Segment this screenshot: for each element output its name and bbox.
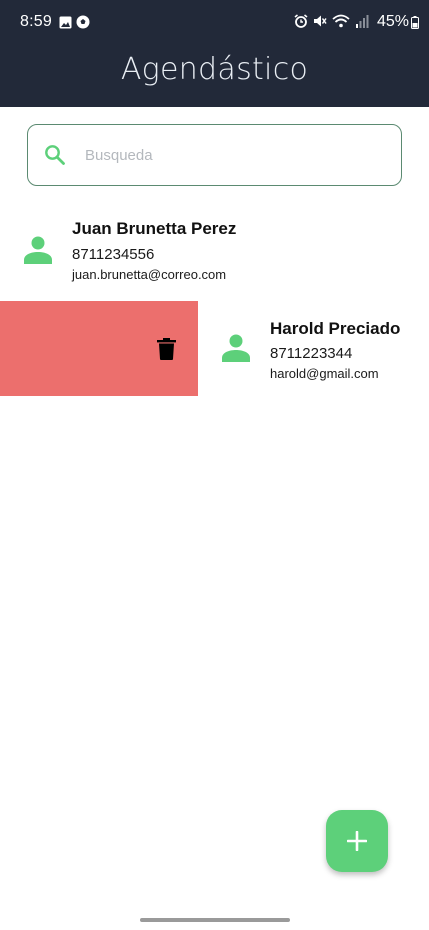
gesture-home-bar[interactable] xyxy=(140,918,290,922)
image-icon xyxy=(59,16,72,28)
mute-icon xyxy=(314,15,327,27)
swipe-delete-background[interactable] xyxy=(0,301,198,396)
search-icon xyxy=(45,145,65,165)
battery-percent: 45% xyxy=(376,13,409,30)
add-contact-button[interactable] xyxy=(326,810,388,872)
status-time: 8:59 xyxy=(20,13,52,30)
plus-icon xyxy=(347,831,367,851)
search-input[interactable] xyxy=(85,139,385,171)
battery-icon xyxy=(411,15,419,29)
contact-item-harold[interactable]: Harold Preciado 8711223344 harold@gmail.… xyxy=(198,301,429,397)
wifi-icon xyxy=(332,14,350,28)
soccer-ball-icon xyxy=(76,15,90,29)
contact-email: juan.brunetta@correo.com xyxy=(72,267,227,282)
contact-item-juan[interactable]: Juan Brunetta Perez 8711234556 juan.brun… xyxy=(0,205,429,301)
contact-email: harold@gmail.com xyxy=(270,366,379,381)
app-title: Agendástico xyxy=(120,52,309,87)
contact-name: Harold Preciado xyxy=(270,319,401,338)
person-icon xyxy=(24,236,52,264)
app-header: 8:59 45% Agendástico xyxy=(0,0,429,107)
search-field[interactable] xyxy=(27,124,402,186)
alarm-icon xyxy=(294,14,308,28)
contact-name: Juan Brunetta Perez xyxy=(72,219,237,238)
contact-phone: 8711223344 xyxy=(270,345,353,362)
trash-icon[interactable] xyxy=(157,338,176,360)
status-bar: 8:59 45% xyxy=(0,0,429,46)
person-icon xyxy=(222,334,250,362)
signal-icon xyxy=(356,14,369,28)
contact-phone: 8711234556 xyxy=(72,246,155,263)
